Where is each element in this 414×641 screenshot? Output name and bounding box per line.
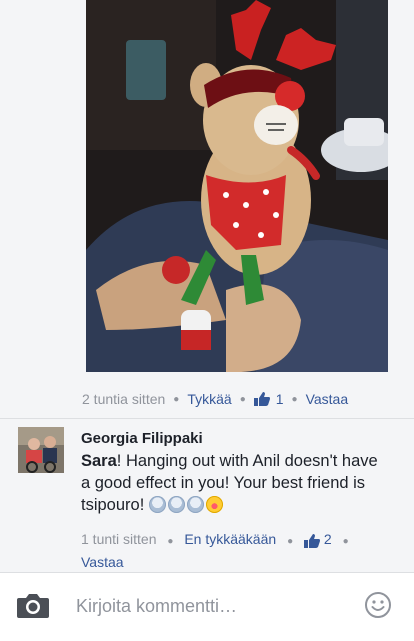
reply-link[interactable]: Vastaa <box>81 554 124 570</box>
worried-face-icon <box>186 496 204 513</box>
like-link[interactable]: Tykkää <box>187 391 231 407</box>
worried-face-icon <box>148 496 166 513</box>
like-count[interactable]: 2 <box>324 531 332 547</box>
comment-timestamp: 1 tunti sitten <box>81 531 157 547</box>
separator-dot: ● <box>173 393 180 405</box>
separator-dot: ● <box>287 536 294 547</box>
camera-icon[interactable] <box>16 591 50 619</box>
photo-comment: 2 tuntia sitten ● Tykkää ● 1 ● Vastaa <box>0 0 414 420</box>
separator-dot: ● <box>291 393 298 405</box>
like-count[interactable]: 1 <box>276 391 284 407</box>
thumbs-up-icon[interactable] <box>304 533 320 549</box>
avatar[interactable] <box>18 427 64 473</box>
comment-author[interactable]: Georgia Filippaki <box>81 430 203 447</box>
comment-body: Sara! Hanging out with Anil doesn't have… <box>81 450 391 516</box>
comment-divider <box>0 418 414 419</box>
comment-timestamp: 2 tuntia sitten <box>82 391 166 407</box>
comment-input[interactable] <box>76 593 336 619</box>
comment-text: ! Hanging out with Anil doesn't have a g… <box>81 452 378 514</box>
photo-comment-meta: 2 tuntia sitten ● Tykkää ● 1 ● Vastaa <box>82 389 348 409</box>
worried-face-icon <box>167 496 185 513</box>
separator-dot: ● <box>342 536 349 547</box>
comment-photo[interactable] <box>86 0 388 372</box>
comment-meta: 1 tunti sitten ● En tykkääkään ● 2 ● Vas… <box>81 529 381 572</box>
separator-dot: ● <box>239 393 246 405</box>
unlike-link[interactable]: En tykkääkään <box>184 531 276 547</box>
separator-dot: ● <box>167 536 174 547</box>
comment-item: Georgia Filippaki Sara! Hanging out with… <box>0 420 414 570</box>
thumbs-up-icon[interactable] <box>253 392 270 406</box>
comment-composer <box>0 572 414 641</box>
smiley-icon[interactable] <box>364 591 392 619</box>
winking-tongue-face-icon <box>205 496 223 513</box>
reply-link[interactable]: Vastaa <box>306 391 349 407</box>
mention-link[interactable]: Sara <box>81 452 117 470</box>
reindeer-photo-image <box>86 0 388 372</box>
